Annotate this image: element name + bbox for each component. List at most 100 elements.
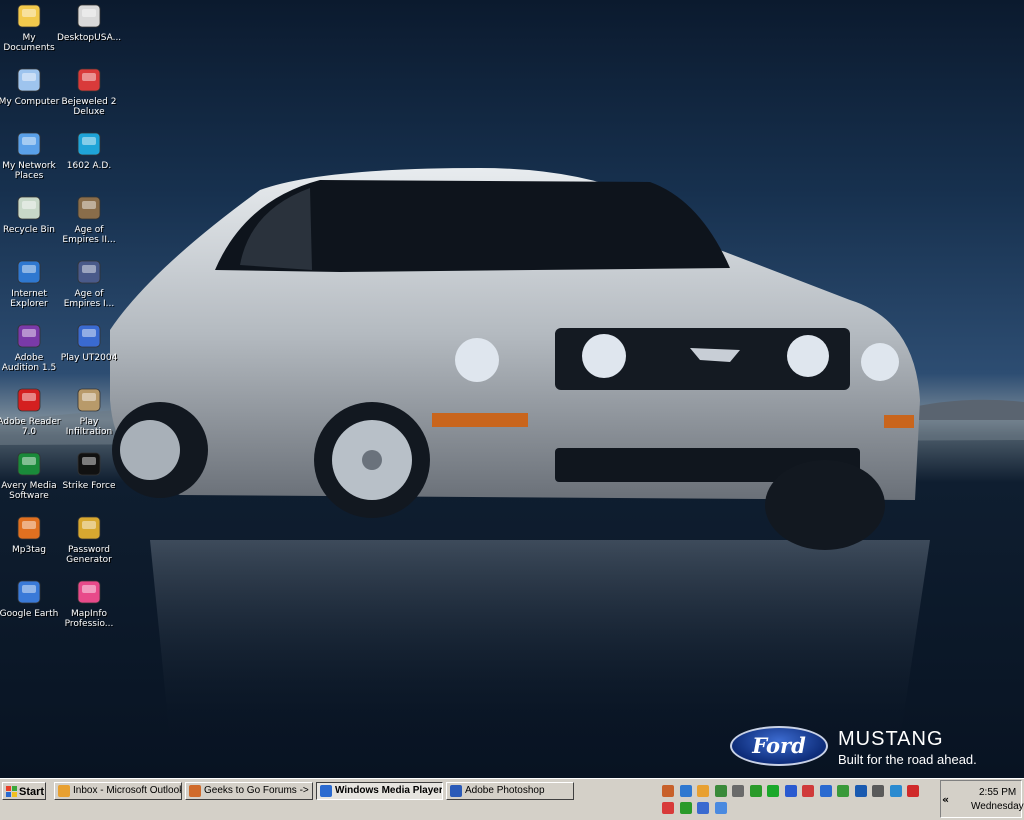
desktop-icon-label: Recycle Bin [3, 225, 55, 235]
desktop-icon[interactable]: Age of Empires II... [57, 194, 121, 245]
mustang-wallpaper [0, 168, 1024, 740]
password-generator-icon [75, 514, 103, 542]
desktop-icon-label: Google Earth [0, 609, 59, 619]
desktop-icon[interactable]: Adobe Reader 7.0 [0, 386, 61, 437]
tray-icon[interactable] [784, 785, 797, 797]
taskbar-button[interactable]: Windows Media Player [316, 782, 443, 800]
tray-icon[interactable] [697, 802, 709, 814]
desktop-icon-label: My Computer [0, 97, 60, 107]
show-hidden-icons-chevron-icon[interactable]: « [942, 793, 949, 806]
clock-day: Wednesday [971, 801, 1024, 812]
internet-explorer-icon [15, 258, 43, 286]
ut2004-icon [75, 322, 103, 350]
tray-icon[interactable] [732, 785, 744, 797]
desktop-icon[interactable]: Play Infiltration [57, 386, 121, 437]
desktop-icon-label: 1602 A.D. [66, 161, 112, 171]
desktop-icon[interactable]: DesktopUSA... [57, 2, 121, 43]
mp3tag-icon [15, 514, 43, 542]
tray-icon[interactable] [662, 802, 674, 814]
game-1602-icon [75, 130, 103, 158]
desktop-icon[interactable]: Password Generator [57, 514, 121, 565]
tray-icon[interactable] [767, 785, 779, 797]
desktop-icon-label: Internet Explorer [10, 289, 48, 309]
taskbar-button[interactable]: Inbox - Microsoft Outlook [54, 782, 182, 800]
desktop-icon-label: Play Infiltration [65, 417, 113, 437]
brand-tagline: Built for the road ahead. [838, 752, 977, 767]
desktop-icon-label: MapInfo Professio... [64, 609, 114, 629]
desktop-icon[interactable]: Bejeweled 2 Deluxe [57, 66, 121, 117]
brand-title: MUSTANG [838, 728, 944, 750]
desktop: My Documents DesktopUSA... My Computer Beje… [0, 0, 1024, 778]
age-of-empires-icon [75, 194, 103, 222]
recycle-bin-icon [15, 194, 43, 222]
desktop-icon-label: Avery Media Software [1, 481, 57, 501]
desktop-icon[interactable]: Play UT2004 [57, 322, 121, 363]
mapinfo-icon [75, 578, 103, 606]
desktop-icon-label: Age of Empires II... [62, 225, 116, 245]
desktop-icon[interactable]: Adobe Audition 1.5 [0, 322, 61, 373]
desktop-icon-label: DesktopUSA... [57, 33, 122, 43]
taskbar-button[interactable]: Adobe Photoshop [446, 782, 574, 800]
clock-area[interactable] [940, 780, 1022, 818]
my-computer-icon [15, 66, 43, 94]
desktop-icon[interactable]: Age of Empires I... [57, 258, 121, 309]
desktopusa-icon [75, 2, 103, 30]
my-documents-icon [15, 2, 43, 30]
taskbar: Start Inbox - Microsoft Outlook Geeks to … [0, 778, 1024, 820]
start-label: Start [19, 786, 45, 798]
start-button[interactable]: Start [2, 782, 46, 800]
tray-icon[interactable] [837, 785, 849, 797]
bejeweled-icon [75, 66, 103, 94]
tray-icon[interactable] [872, 785, 884, 797]
windows-flag-icon [6, 786, 17, 797]
google-earth-icon [15, 578, 43, 606]
desktop-icon-label: Play UT2004 [60, 353, 118, 363]
desktop-icon-label: My Network Places [2, 161, 56, 181]
desktop-icon[interactable]: My Network Places [0, 130, 61, 181]
taskbar-button-label: Inbox - Microsoft Outlook [73, 785, 182, 796]
adobe-reader-icon [15, 386, 43, 414]
tray-icon[interactable] [697, 785, 709, 797]
desktop-icon[interactable]: Mp3tag [0, 514, 61, 555]
desktop-icon[interactable]: Internet Explorer [0, 258, 61, 309]
desktop-icon-label: Bejeweled 2 Deluxe [61, 97, 117, 117]
desktop-icon[interactable]: Strike Force [57, 450, 121, 491]
desktop-icon[interactable]: My Documents [0, 2, 61, 53]
desktop-icon[interactable]: Google Earth [0, 578, 61, 619]
tray-icon[interactable] [662, 785, 674, 797]
taskbar-button-label: Geeks to Go Forums -> ... [204, 785, 313, 796]
firefox-icon [189, 785, 201, 797]
strike-force-icon [75, 450, 103, 478]
media-player-icon [320, 785, 332, 797]
age-of-empires-1-icon [75, 258, 103, 286]
desktop-icon[interactable]: MapInfo Professio... [57, 578, 121, 629]
adobe-audition-icon [15, 322, 43, 350]
tray-icon[interactable] [679, 785, 692, 797]
desktop-icon-label: Mp3tag [12, 545, 46, 555]
desktop-icon-label: My Documents [3, 33, 55, 53]
desktop-icon[interactable]: 1602 A.D. [57, 130, 121, 171]
desktop-icon-label: Age of Empires I... [63, 289, 115, 309]
outlook-icon [58, 785, 70, 797]
avery-icon [15, 450, 43, 478]
desktop-icon[interactable]: My Computer [0, 66, 61, 107]
tray-icon[interactable] [819, 785, 832, 797]
taskbar-button[interactable]: Geeks to Go Forums -> ... [185, 782, 313, 800]
system-tray [654, 781, 940, 819]
tray-icon[interactable] [714, 785, 727, 797]
tray-icon[interactable] [854, 785, 867, 797]
desktop-icon[interactable]: Recycle Bin [0, 194, 61, 235]
ford-logo-icon: Ford [730, 726, 828, 766]
photoshop-icon [450, 785, 462, 797]
infiltration-icon [75, 386, 103, 414]
clock-time: 2:55 PM [979, 787, 1017, 798]
tray-icon[interactable] [802, 785, 814, 797]
taskbar-button-label: Adobe Photoshop [465, 785, 545, 796]
tray-icon[interactable] [889, 785, 902, 797]
tray-icon[interactable] [714, 802, 727, 814]
tray-icon[interactable] [749, 785, 762, 797]
tray-icon[interactable] [907, 785, 919, 797]
tray-icon[interactable] [679, 802, 692, 814]
desktop-icon[interactable]: Avery Media Software [0, 450, 61, 501]
taskbar-button-label: Windows Media Player [335, 785, 443, 796]
